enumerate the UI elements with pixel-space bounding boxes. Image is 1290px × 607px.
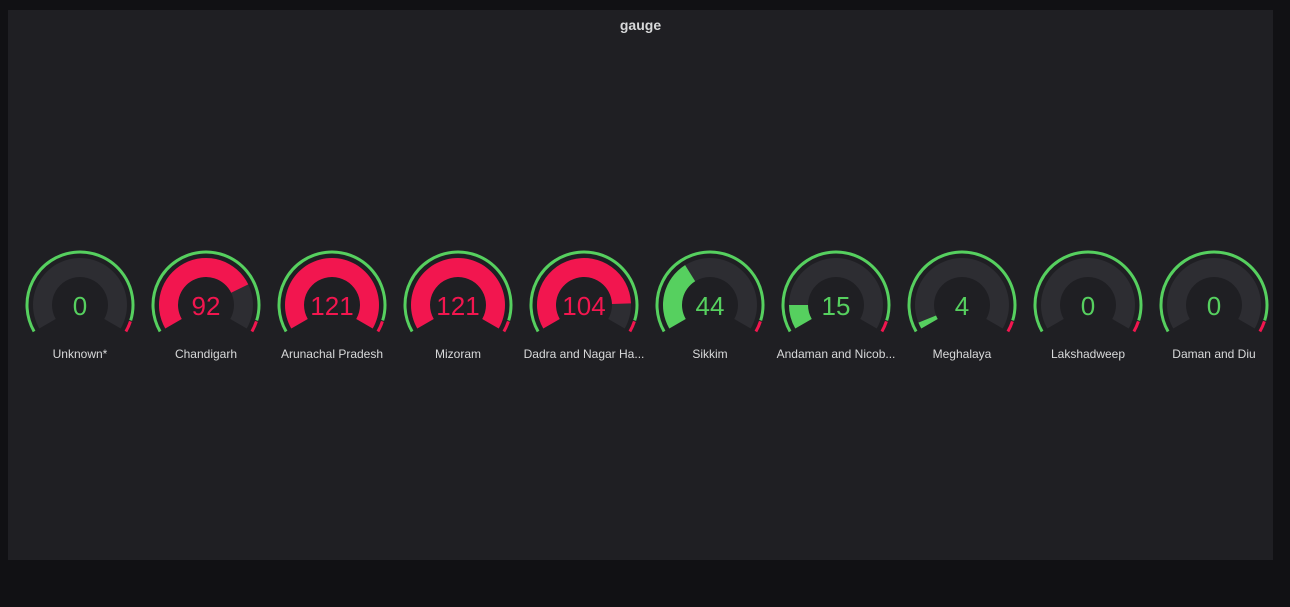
threshold-ring-alert [124,320,132,333]
panel-title[interactable]: gauge [8,17,1273,33]
gauge-value-text: 104 [562,291,605,321]
gauge: 4 Meghalaya [899,245,1025,365]
gauge-label: Sikkim [692,347,728,361]
gauge-label: Lakshadweep [1050,347,1126,361]
gauge-label: Meghalaya [932,347,992,361]
gauge: 0 Daman and Diu [1151,245,1277,365]
gauge-value-text: 4 [955,291,969,321]
gauge: 44 Sikkim [647,245,773,365]
gauge-value-fill [789,305,812,329]
gauge-label: Chandigarh [174,347,238,361]
threshold-ring-alert [502,320,510,333]
gauge-dial: 4 [907,250,1017,333]
gauge-dial: 0 [1159,250,1269,333]
gauge: 0 Unknown* [17,245,143,365]
gauge-dial: 104 [529,250,639,333]
gauge-label: Mizoram [434,347,481,361]
gauge-value-text: 0 [73,291,87,321]
gauge-value-text: 92 [192,291,221,321]
gauge-panel: gauge 0 Unknown* 92 Chandigarh 121 Arunachal … [8,10,1273,560]
gauge-label: Dadra and Nagar Ha... [523,347,645,361]
gauge: 121 Mizoram [395,245,521,365]
dashboard-page: gauge 0 Unknown* 92 Chandigarh 121 Arunachal … [0,0,1290,607]
gauge-dial: 121 [403,250,513,333]
threshold-ring-alert [376,320,384,333]
gauge-dial: 0 [1033,250,1143,333]
gauge: 15 Andaman and Nicob... [773,245,899,365]
threshold-ring-alert [1132,320,1140,333]
gauge-value-text: 44 [696,291,725,321]
threshold-ring-alert [754,320,762,333]
gauge-label: Andaman and Nicob... [776,347,896,361]
gauge: 104 Dadra and Nagar Ha... [521,245,647,365]
gauge-value-text: 121 [310,291,353,321]
threshold-ring-alert [880,320,888,333]
gauge-label: Daman and Diu [1172,347,1256,361]
threshold-ring-alert [250,320,258,333]
gauge: 121 Arunachal Pradesh [269,245,395,365]
gauge-dial: 15 [781,250,891,333]
threshold-ring-alert [1006,320,1014,333]
threshold-ring-alert [628,320,636,333]
gauge-value-text: 0 [1081,291,1095,321]
gauge-dial: 0 [25,250,135,333]
gauge-value-text: 15 [822,291,851,321]
gauge: 0 Lakshadweep [1025,245,1151,365]
gauge-dial: 44 [655,250,765,333]
gauge-dial: 121 [277,250,387,333]
gauge-label: Unknown* [52,347,108,361]
gauge-dial: 92 [151,250,261,333]
gauge-value-text: 121 [436,291,479,321]
gauge: 92 Chandigarh [143,245,269,365]
gauge-label: Arunachal Pradesh [280,347,384,361]
threshold-ring-alert [1258,320,1266,333]
gauge-value-text: 0 [1207,291,1221,321]
